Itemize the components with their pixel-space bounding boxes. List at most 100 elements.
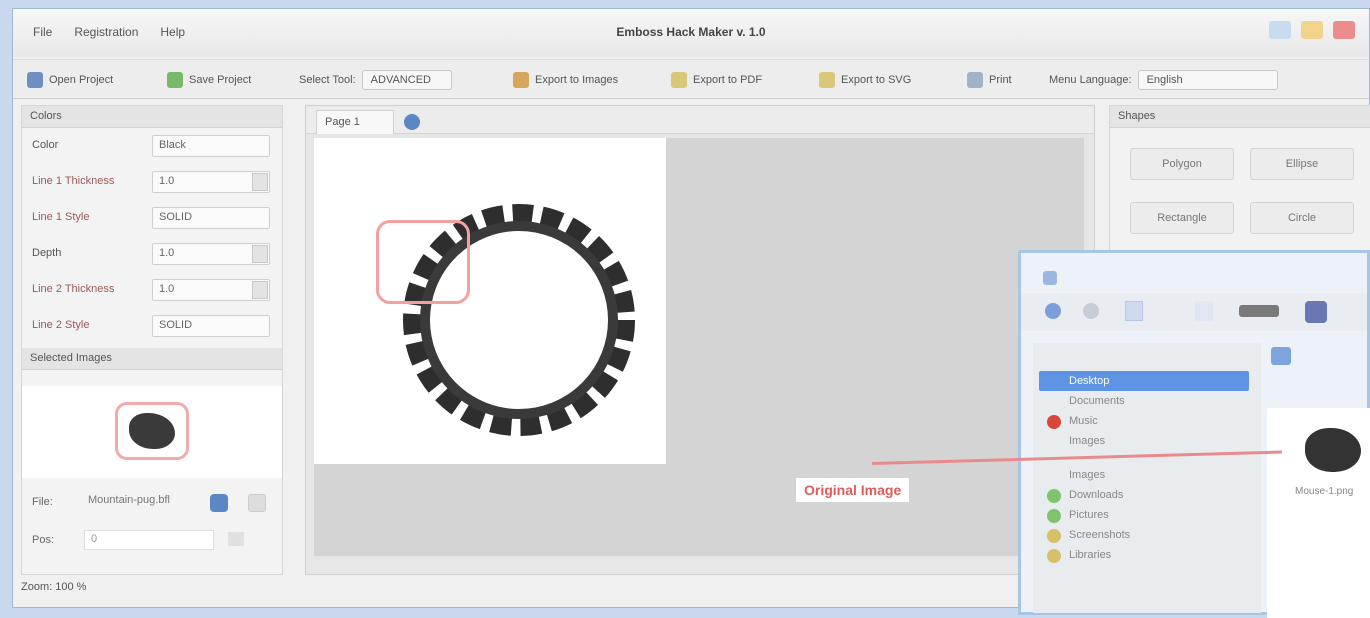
select-tool-dropdown[interactable]: ADVANCED <box>361 70 452 90</box>
export-pdf-label: Export to PDF <box>693 74 763 86</box>
sidebar-item-images[interactable]: Images <box>1069 435 1105 447</box>
sidebar-item-pictures[interactable]: Pictures <box>1069 509 1109 521</box>
maximize-button[interactable] <box>1301 21 1323 39</box>
property-row: Line 1 Style SOLID <box>22 200 282 236</box>
svg-export-icon <box>819 72 835 88</box>
view-grid-icon[interactable] <box>1195 301 1213 321</box>
canvas-page[interactable] <box>314 138 666 464</box>
line2-style-dropdown[interactable]: SOLID <box>152 315 270 337</box>
sidebar-item-images-2[interactable]: Images <box>1069 469 1105 481</box>
open-project-button[interactable]: Open Project <box>21 68 119 92</box>
circle-button[interactable]: Circle <box>1250 202 1354 234</box>
stepper-button[interactable] <box>252 281 268 299</box>
window-title: Emboss Hack Maker v. 1.0 <box>616 25 766 39</box>
pos-stepper[interactable] <box>228 532 244 546</box>
places-sidebar: Desktop Documents Music Images Images Do… <box>1033 343 1261 613</box>
image-export-icon <box>513 72 529 88</box>
title-bar: File Registration Help Emboss Hack Maker… <box>13 9 1369 57</box>
annotation-callout: Original Image <box>796 478 910 502</box>
downloads-icon <box>1047 489 1061 503</box>
sidebar-item-libraries[interactable]: Libraries <box>1069 549 1111 561</box>
sidebar-item-music[interactable]: Music <box>1069 415 1098 427</box>
file-view-icon[interactable] <box>1271 347 1291 365</box>
sidebar-item-desktop[interactable]: Desktop <box>1069 375 1109 387</box>
language-group: Menu Language: English <box>1043 68 1284 92</box>
print-label: Print <box>989 74 1012 86</box>
settings-icon[interactable] <box>248 494 266 512</box>
drive-icon[interactable] <box>1239 305 1279 317</box>
toolbar: Open Project Save Project Select Tool: A… <box>13 59 1369 99</box>
folder-open-icon <box>27 72 43 88</box>
selected-images-header: Selected Images <box>22 348 282 370</box>
line1-style-dropdown[interactable]: SOLID <box>152 207 270 229</box>
pos-label: Pos: <box>32 534 55 546</box>
shapes-panel: Shapes Polygon Ellipse Rectangle Circle <box>1109 105 1370 265</box>
language-label: Menu Language: <box>1049 74 1132 86</box>
close-button[interactable] <box>1333 21 1355 39</box>
back-icon[interactable] <box>1045 303 1061 319</box>
sidebar-item-downloads[interactable]: Downloads <box>1069 489 1123 501</box>
sidebar-item-documents[interactable]: Documents <box>1069 395 1125 407</box>
shapes-header: Shapes <box>1110 106 1370 128</box>
file-label: File: <box>32 496 53 508</box>
property-label: Line 2 Style <box>32 319 90 331</box>
sidebar-item-screenshots[interactable]: Screenshots <box>1069 529 1130 541</box>
save-icon <box>167 72 183 88</box>
file-thumbnail-area: Mouse-1.png <box>1267 408 1370 618</box>
original-image-thumbnail[interactable] <box>1305 428 1361 472</box>
property-row: Depth 1.0 <box>22 236 282 272</box>
preview-highlight <box>115 402 189 460</box>
colors-header: Colors <box>22 106 282 128</box>
property-row: Color Black <box>22 128 282 164</box>
emboss-shape-icon <box>403 204 635 436</box>
property-row: Line 2 Thickness 1.0 <box>22 272 282 308</box>
language-dropdown[interactable]: English <box>1137 70 1278 90</box>
file-name-field[interactable]: Mountain-pug.bfl <box>84 492 202 512</box>
pos-input[interactable]: 0 <box>84 530 214 550</box>
pdf-export-icon <box>671 72 687 88</box>
print-button[interactable]: Print <box>961 68 1018 92</box>
rectangle-button[interactable]: Rectangle <box>1130 202 1234 234</box>
select-tool-label: Select Tool: <box>299 74 356 86</box>
screenshots-icon <box>1047 529 1061 543</box>
property-label: Color <box>32 139 59 151</box>
minimize-button[interactable] <box>1269 21 1291 39</box>
pictures-icon <box>1047 509 1061 523</box>
browse-icon[interactable] <box>210 494 228 512</box>
export-images-label: Export to Images <box>535 74 619 86</box>
open-project-label: Open Project <box>49 74 114 86</box>
view-list-icon[interactable] <box>1125 301 1143 321</box>
export-images-button[interactable]: Export to Images <box>507 68 624 92</box>
export-pdf-button[interactable]: Export to PDF <box>665 68 768 92</box>
file-caption: Mouse-1.png <box>1295 486 1354 497</box>
property-label: Line 1 Thickness <box>32 175 115 187</box>
polygon-button[interactable]: Polygon <box>1130 148 1234 180</box>
page-tabs: Page 1 <box>306 106 1094 134</box>
export-svg-label: Export to SVG <box>841 74 912 86</box>
music-icon <box>1047 415 1061 429</box>
export-svg-button[interactable]: Export to SVG <box>813 68 917 92</box>
window-controls <box>1269 21 1355 39</box>
forward-icon[interactable] <box>1083 303 1099 319</box>
image-preview <box>22 386 282 478</box>
select-tool-group: Select Tool: ADVANCED <box>293 68 458 92</box>
ellipse-button[interactable]: Ellipse <box>1250 148 1354 180</box>
status-bar: Zoom: 100 % <box>21 581 87 593</box>
add-tab-icon[interactable] <box>404 114 420 130</box>
save-project-button[interactable]: Save Project <box>161 68 257 92</box>
tab-page-1[interactable]: Page 1 <box>316 110 394 134</box>
property-row: Line 2 Style SOLID <box>22 308 282 344</box>
color-dropdown[interactable]: Black <box>152 135 270 157</box>
stepper-button[interactable] <box>252 245 268 263</box>
stepper-button[interactable] <box>252 173 268 191</box>
libraries-icon <box>1047 549 1061 563</box>
printer-icon <box>967 72 983 88</box>
file-dialog: Desktop Documents Music Images Images Do… <box>1018 250 1370 618</box>
property-label: Line 1 Style <box>32 211 90 223</box>
folder-icon[interactable] <box>1305 301 1327 323</box>
property-row: Line 1 Thickness 1.0 <box>22 164 282 200</box>
canvas-workspace <box>314 138 1084 556</box>
property-label: Line 2 Thickness <box>32 283 115 295</box>
save-project-label: Save Project <box>189 74 252 86</box>
dialog-app-icon <box>1043 271 1057 285</box>
